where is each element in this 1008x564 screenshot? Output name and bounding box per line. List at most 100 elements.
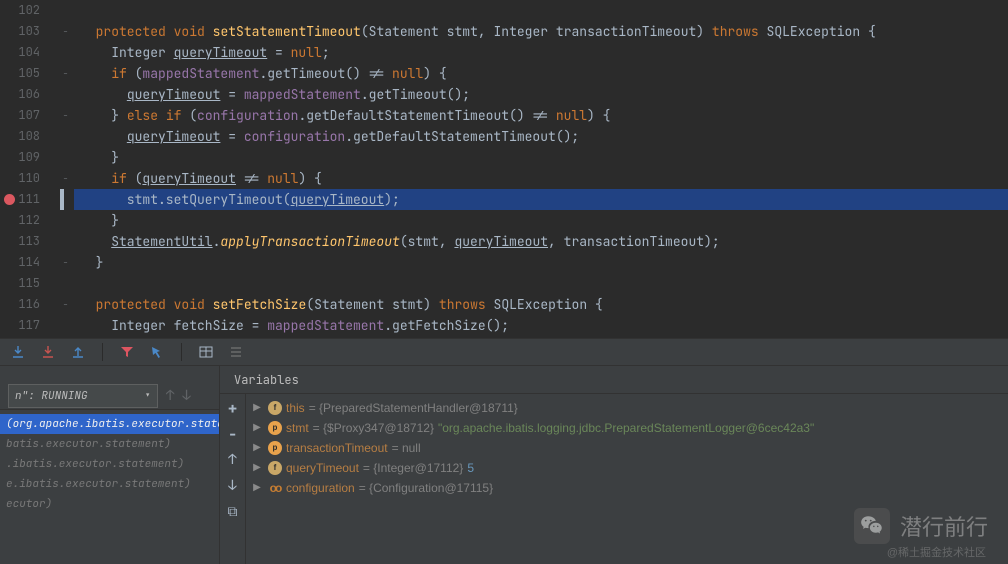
fold-icon[interactable] bbox=[61, 111, 70, 120]
debug-panel: n": RUNNING ▾ ↑ ↓ (org.apache.ibatis.exe… bbox=[0, 366, 1008, 564]
variable-row[interactable]: ▶ f queryTimeout = {Integer@17112} 5 bbox=[250, 458, 1004, 478]
var-type-icon: f bbox=[268, 401, 282, 415]
var-value: = {Integer@17112} bbox=[363, 458, 463, 478]
toolbar-separator bbox=[102, 343, 103, 361]
down-icon[interactable]: ↓ bbox=[225, 478, 241, 494]
upload-icon[interactable] bbox=[70, 344, 86, 360]
line-number: 115 bbox=[0, 273, 56, 294]
variables-pane: Variables + − ↑ ↓ ⧉ ▶fthis = {PreparedSt… bbox=[220, 366, 1008, 564]
code-line[interactable]: stmt.setQueryTimeout(queryTimeout); bbox=[74, 189, 1008, 210]
download-from-icon[interactable] bbox=[10, 344, 26, 360]
code-line[interactable]: Integer queryTimeout = null; bbox=[74, 42, 1008, 63]
frames-header: n": RUNNING ▾ ↑ ↓ bbox=[0, 366, 219, 410]
list-icon[interactable] bbox=[228, 344, 244, 360]
fold-icon[interactable] bbox=[61, 300, 70, 309]
stack-frame[interactable]: (org.apache.ibatis.executor.statement) bbox=[0, 414, 219, 434]
variables-title: Variables bbox=[234, 372, 299, 388]
variables-toolbar: + − ↑ ↓ ⧉ bbox=[220, 394, 246, 564]
thread-selector[interactable]: n": RUNNING ▾ bbox=[8, 384, 158, 408]
expand-icon[interactable]: ▶ bbox=[250, 458, 264, 478]
up-icon[interactable]: ↑ bbox=[225, 452, 241, 468]
stack-frame[interactable]: e.ibatis.executor.statement) bbox=[0, 474, 219, 494]
line-number: 113 bbox=[0, 231, 56, 252]
prev-frame-icon[interactable]: ↑ bbox=[166, 387, 174, 405]
variable-row[interactable]: ▶ p transactionTimeout = null bbox=[250, 438, 1004, 458]
table-icon[interactable] bbox=[198, 344, 214, 360]
expand-icon[interactable]: ▶ bbox=[250, 478, 264, 498]
var-name: this bbox=[286, 398, 305, 418]
var-name: queryTimeout bbox=[286, 458, 359, 478]
line-number: 117 bbox=[0, 315, 56, 336]
code-line[interactable] bbox=[74, 0, 1008, 21]
line-number: 105 bbox=[0, 63, 56, 84]
var-type-icon: p bbox=[268, 441, 282, 455]
line-number: 112 bbox=[0, 210, 56, 231]
code-area[interactable]: protected void setStatementTimeout(State… bbox=[74, 0, 1008, 338]
download-to-icon[interactable] bbox=[40, 344, 56, 360]
fold-icon[interactable] bbox=[61, 174, 70, 183]
code-line[interactable]: if (queryTimeout != null) { bbox=[74, 168, 1008, 189]
remove-watch-icon[interactable]: − bbox=[225, 426, 241, 442]
variable-row[interactable]: ▶ oo configuration = {Configuration@17115} bbox=[250, 478, 1004, 498]
variable-tree[interactable]: ▶fthis = {PreparedStatementHandler@18711… bbox=[246, 394, 1008, 564]
var-name: stmt bbox=[286, 418, 309, 438]
fold-column bbox=[60, 0, 74, 338]
code-line[interactable]: if (mappedStatement.getTimeout() != null… bbox=[74, 63, 1008, 84]
filter-icon[interactable] bbox=[119, 344, 135, 360]
var-value: = {PreparedStatementHandler@18711} bbox=[309, 398, 518, 418]
var-value: = null bbox=[392, 438, 421, 458]
code-line[interactable]: protected void setFetchSize(Statement st… bbox=[74, 294, 1008, 315]
code-line[interactable]: StatementUtil.applyTransactionTimeout(st… bbox=[74, 231, 1008, 252]
toolbar-separator bbox=[181, 343, 182, 361]
stack-frame[interactable]: batis.executor.statement) bbox=[0, 434, 219, 454]
var-string: "org.apache.ibatis.logging.jdbc.Prepared… bbox=[438, 418, 814, 438]
code-line[interactable]: } bbox=[74, 147, 1008, 168]
var-name: transactionTimeout bbox=[286, 438, 388, 458]
variables-header: Variables bbox=[220, 366, 1008, 394]
next-frame-icon[interactable]: ↓ bbox=[182, 387, 190, 405]
line-number: 114 bbox=[0, 252, 56, 273]
code-line[interactable]: } else if (configuration.getDefaultState… bbox=[74, 105, 1008, 126]
cursor-icon[interactable] bbox=[149, 344, 165, 360]
fold-icon[interactable] bbox=[61, 69, 70, 78]
stack-frame[interactable]: ecutor) bbox=[0, 494, 219, 514]
code-line[interactable] bbox=[74, 273, 1008, 294]
line-number: 102 bbox=[0, 0, 56, 21]
line-number: 110 bbox=[0, 168, 56, 189]
frame-list[interactable]: (org.apache.ibatis.executor.statement)ba… bbox=[0, 410, 219, 564]
var-type-icon: oo bbox=[268, 481, 282, 495]
var-type-icon: p bbox=[268, 421, 282, 435]
expand-icon[interactable]: ▶ bbox=[250, 438, 264, 458]
line-number: 103 bbox=[0, 21, 56, 42]
expand-icon[interactable]: ▶ bbox=[250, 398, 264, 418]
code-line[interactable]: Integer fetchSize = mappedStatement.getF… bbox=[74, 315, 1008, 336]
fold-icon[interactable] bbox=[61, 27, 70, 36]
var-value: = {Configuration@17115} bbox=[359, 478, 493, 498]
code-line[interactable]: protected void setStatementTimeout(State… bbox=[74, 21, 1008, 42]
breakpoint-icon[interactable] bbox=[4, 194, 15, 205]
stack-frame[interactable]: .ibatis.executor.statement) bbox=[0, 454, 219, 474]
variable-row[interactable]: ▶ pstmt = {$Proxy347@18712} "org.apache.i… bbox=[250, 418, 1004, 438]
thread-status-label: n": RUNNING bbox=[15, 389, 88, 403]
variable-row[interactable]: ▶ fthis = {PreparedStatementHandler@18711… bbox=[250, 398, 1004, 418]
gutter: 1021031041051061071081091101111121131141… bbox=[0, 0, 60, 338]
var-number: 5 bbox=[467, 458, 474, 478]
copy-icon[interactable]: ⧉ bbox=[225, 504, 241, 520]
code-editor[interactable]: 1021031041051061071081091101111121131141… bbox=[0, 0, 1008, 338]
var-type-icon: f bbox=[268, 461, 282, 475]
var-value: = {$Proxy347@18712} bbox=[313, 418, 434, 438]
var-name: configuration bbox=[286, 478, 355, 498]
line-number: 109 bbox=[0, 147, 56, 168]
fold-icon[interactable] bbox=[61, 258, 70, 267]
expand-icon[interactable]: ▶ bbox=[250, 418, 264, 438]
line-number: 116 bbox=[0, 294, 56, 315]
code-line[interactable]: queryTimeout = mappedStatement.getTimeou… bbox=[74, 84, 1008, 105]
frames-pane: n": RUNNING ▾ ↑ ↓ (org.apache.ibatis.exe… bbox=[0, 366, 220, 564]
code-line[interactable]: } bbox=[74, 252, 1008, 273]
line-number: 107 bbox=[0, 105, 56, 126]
line-number: 108 bbox=[0, 126, 56, 147]
add-watch-icon[interactable]: + bbox=[225, 400, 241, 416]
caret-indicator bbox=[60, 189, 64, 210]
code-line[interactable]: } bbox=[74, 210, 1008, 231]
code-line[interactable]: queryTimeout = configuration.getDefaultS… bbox=[74, 126, 1008, 147]
